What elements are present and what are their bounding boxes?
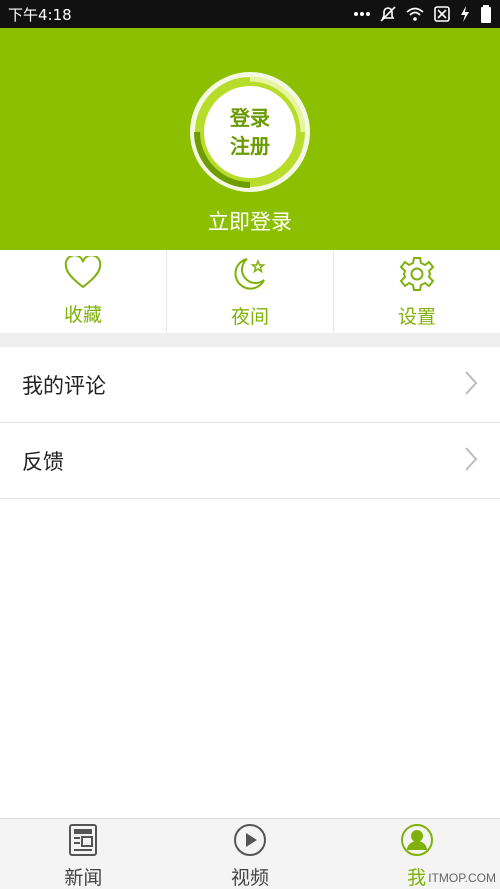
chevron-right-icon — [464, 370, 478, 400]
night-mode-label: 夜间 — [230, 306, 269, 328]
more-dots-icon — [354, 11, 370, 17]
moon-star-icon — [231, 256, 269, 296]
charging-icon — [460, 6, 470, 22]
quick-actions: 收藏 夜间 设置 — [0, 250, 500, 333]
wifi-icon — [406, 7, 424, 21]
gear-icon — [398, 256, 436, 296]
news-icon — [68, 823, 98, 861]
menu-item-label: 我的评论 — [22, 373, 106, 398]
tab-news-label: 新闻 — [64, 867, 103, 889]
heart-icon — [64, 254, 102, 294]
profile-header: 登录 注册 立即登录 — [0, 28, 500, 250]
chevron-right-icon — [464, 446, 478, 476]
tab-video[interactable]: 视频 — [167, 819, 334, 889]
night-mode-button[interactable]: 夜间 — [167, 250, 334, 333]
user-icon — [400, 823, 434, 861]
menu-list: 我的评论 反馈 — [0, 347, 500, 499]
bottom-tab-bar: 新闻 视频 我 — [0, 818, 500, 889]
menu-item-my-comments[interactable]: 我的评论 — [0, 347, 500, 423]
status-bar: 下午4:18 — [0, 0, 500, 28]
battery-icon — [480, 5, 492, 23]
tab-video-label: 视频 — [231, 867, 270, 889]
favorites-button[interactable]: 收藏 — [0, 250, 167, 333]
tab-news[interactable]: 新闻 — [0, 819, 167, 889]
login-register-avatar[interactable]: 登录 注册 — [188, 70, 312, 194]
status-icons — [354, 5, 492, 23]
login-now-link[interactable]: 立即登录 — [0, 206, 500, 236]
avatar-line-register: 注册 — [230, 134, 270, 158]
watermark: ITMOP.COM — [428, 871, 496, 885]
settings-button[interactable]: 设置 — [334, 250, 500, 333]
avatar-line-login: 登录 — [230, 106, 270, 130]
menu-item-feedback[interactable]: 反馈 — [0, 423, 500, 499]
favorites-label: 收藏 — [63, 304, 102, 326]
mute-bell-icon — [380, 5, 396, 23]
status-time: 下午4:18 — [8, 5, 72, 24]
section-divider — [0, 333, 500, 347]
tab-me-label: 我 — [407, 867, 427, 889]
no-sim-icon — [434, 6, 450, 22]
settings-label: 设置 — [397, 306, 436, 328]
play-icon — [233, 823, 267, 861]
menu-item-label: 反馈 — [22, 449, 64, 474]
